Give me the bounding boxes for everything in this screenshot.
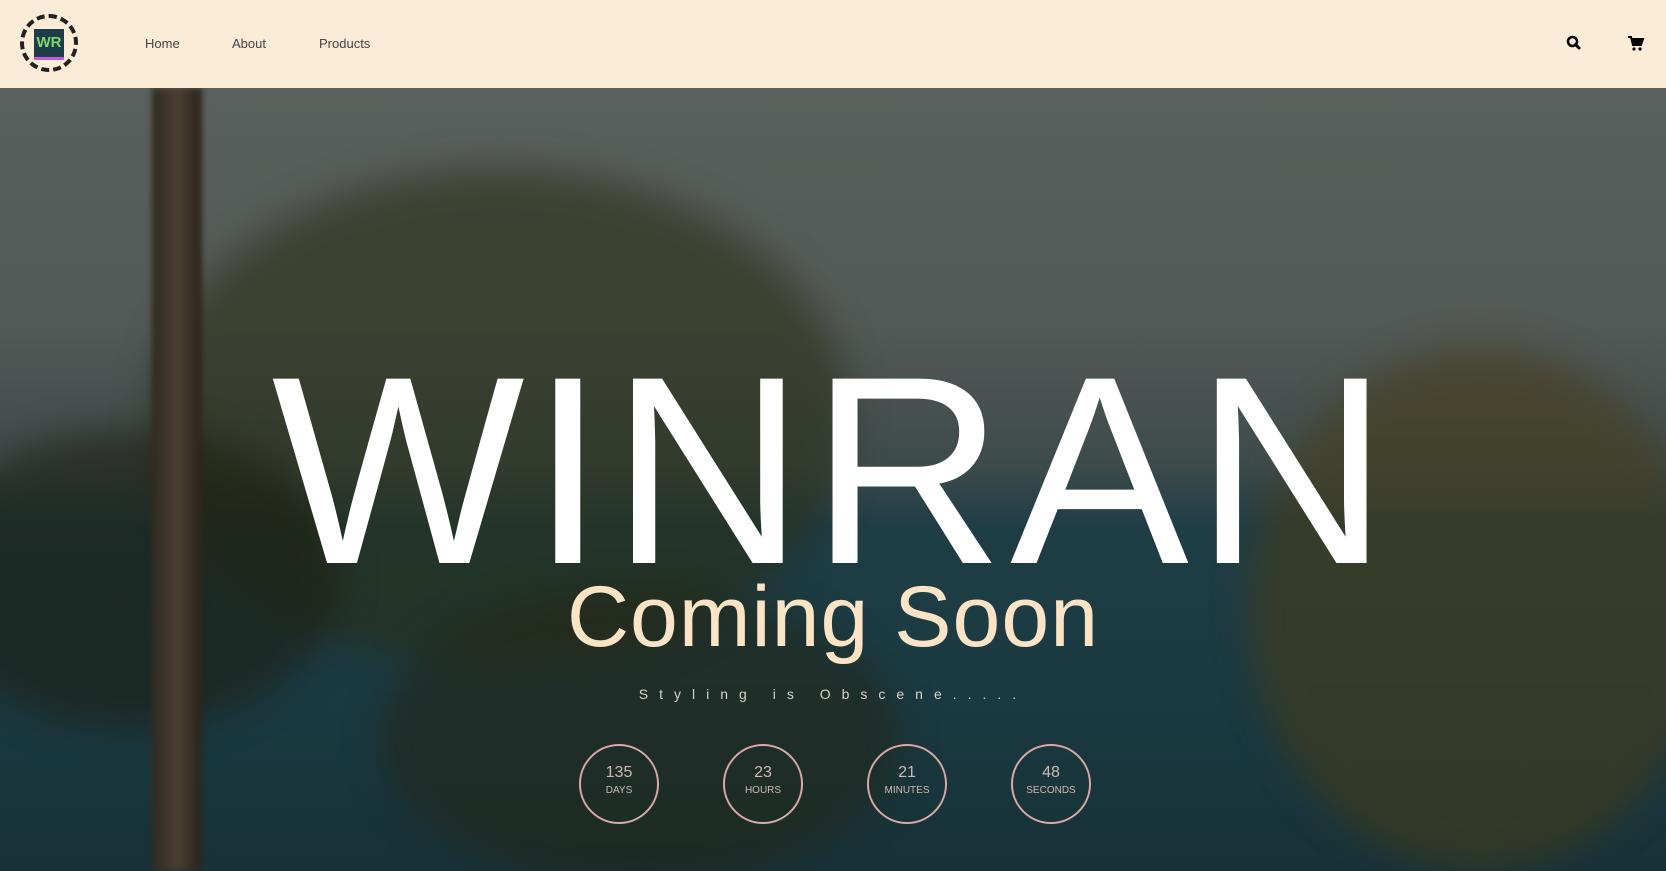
navbar: WR Home About Products xyxy=(0,0,1666,88)
search-icon[interactable] xyxy=(1565,34,1583,52)
countdown-minutes: 21 MINUTES xyxy=(867,744,947,824)
countdown-label: MINUTES xyxy=(884,785,930,796)
countdown-label: DAYS xyxy=(605,785,633,796)
cart-icon[interactable] xyxy=(1627,34,1645,52)
coming-soon-heading: Coming Soon xyxy=(566,569,1100,665)
countdown-days: 135 DAYS xyxy=(579,744,659,824)
countdown-hours: 23 HOURS xyxy=(723,744,803,824)
countdown-value: 135 xyxy=(605,764,633,781)
countdown-label: HOURS xyxy=(744,785,782,796)
logo[interactable]: WR xyxy=(20,14,78,72)
countdown-value: 21 xyxy=(898,764,916,781)
tagline: Styling is Obscene..... xyxy=(638,686,1028,702)
countdown-seconds: 48 SECONDS xyxy=(1011,744,1091,824)
hero-title: WINRAN xyxy=(271,320,1395,620)
logo-mark: WR xyxy=(34,29,64,60)
nav-link-products[interactable]: Products xyxy=(319,36,370,51)
countdown-value: 48 xyxy=(1042,764,1060,781)
nav-link-about[interactable]: About xyxy=(232,36,266,51)
countdown-value: 23 xyxy=(754,764,772,781)
nav-link-home[interactable]: Home xyxy=(145,36,180,51)
hero-section: WINRAN Coming Soon Styling is Obscene...… xyxy=(0,88,1666,871)
countdown-label: SECONDS xyxy=(1026,785,1076,796)
